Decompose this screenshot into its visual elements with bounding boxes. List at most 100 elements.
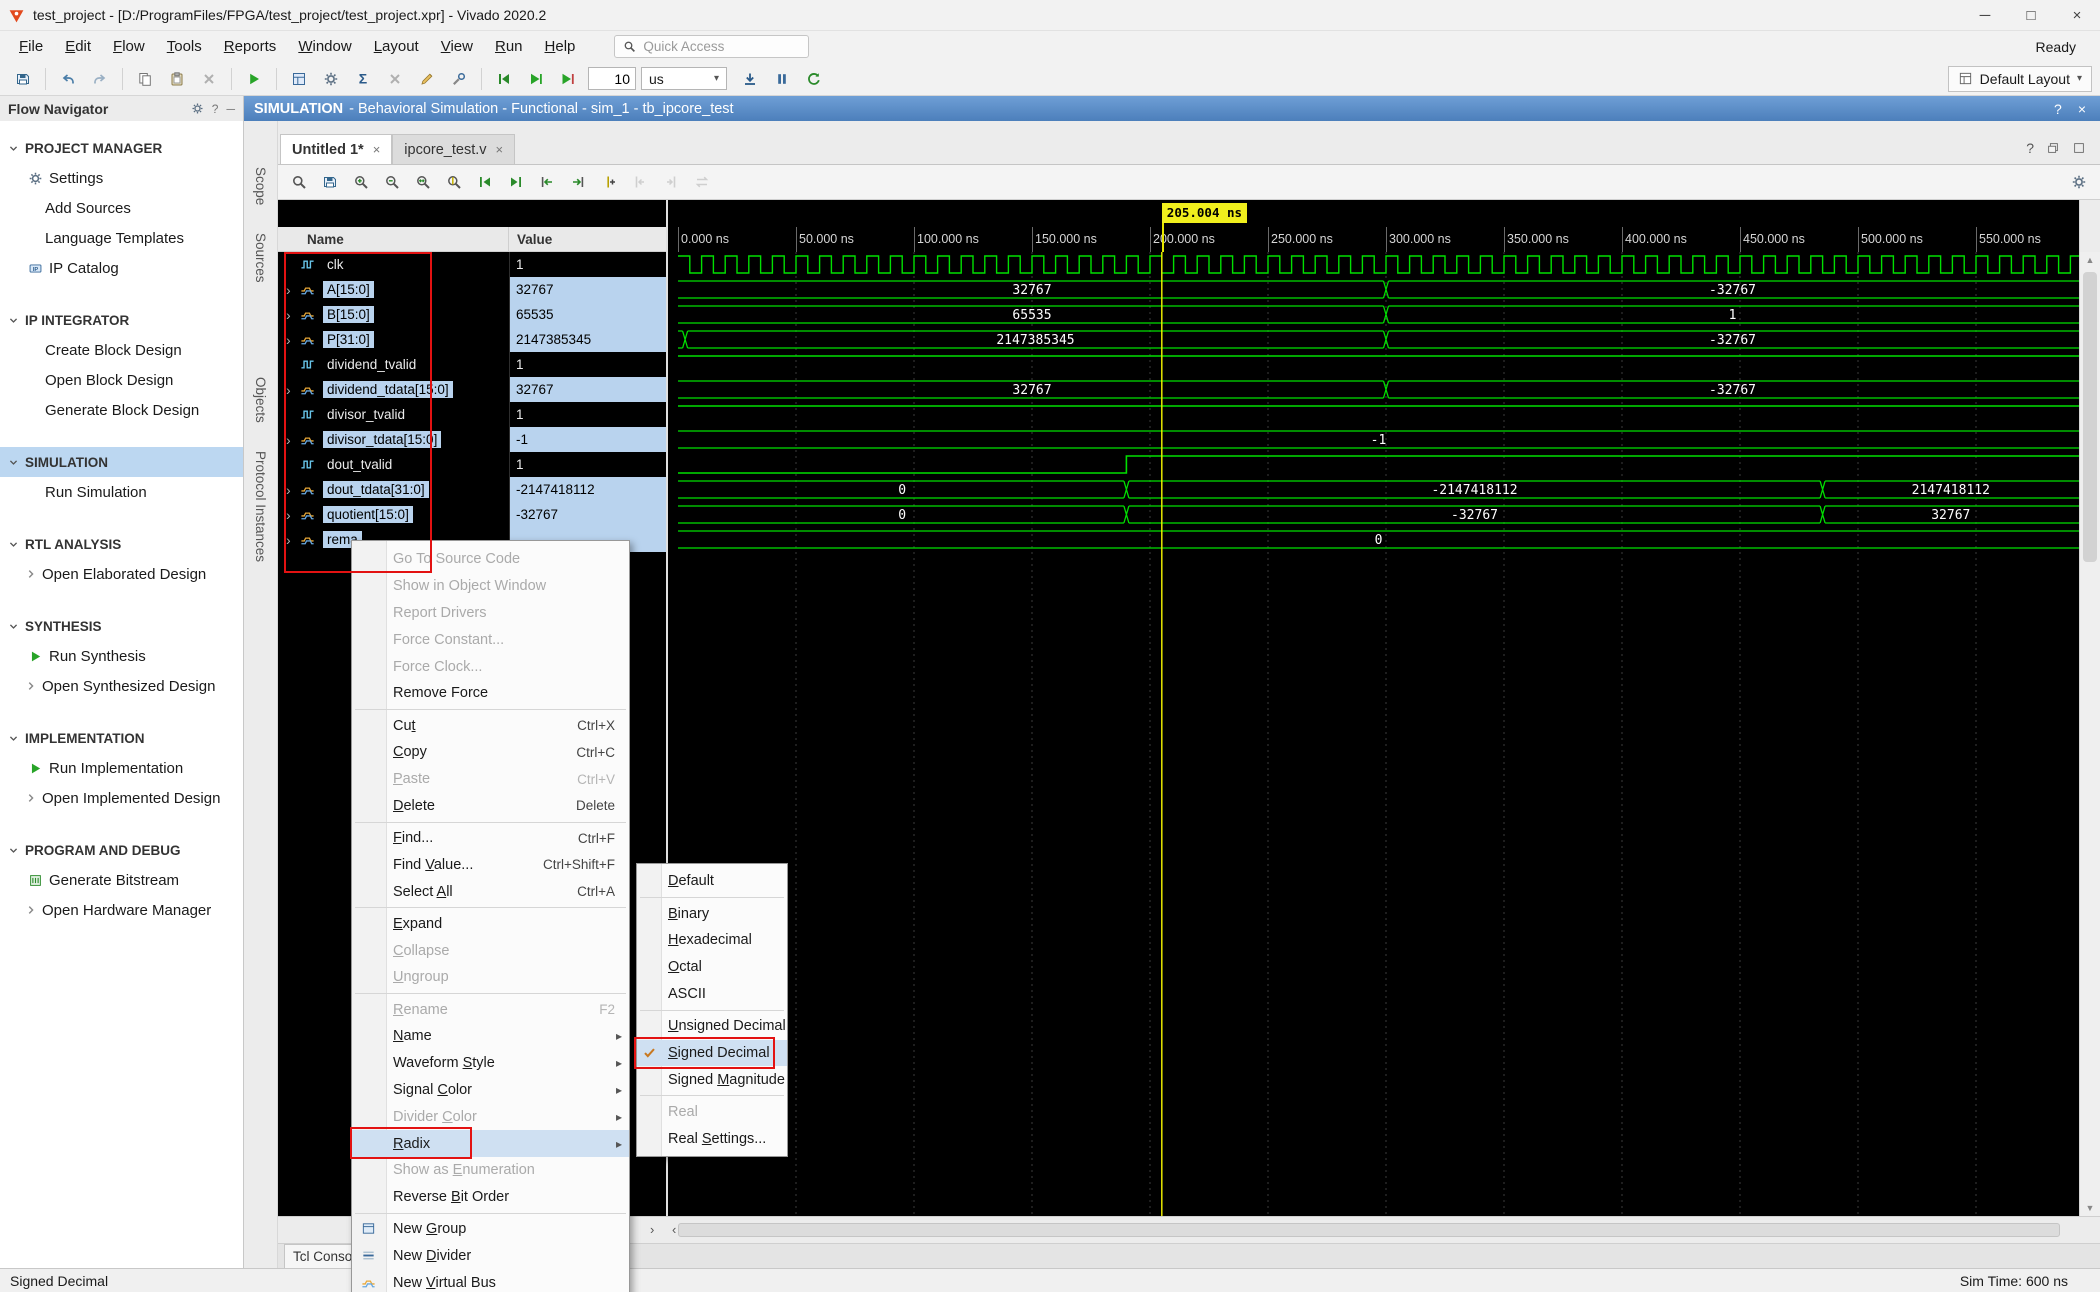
flow-item-run-implementation[interactable]: Run Implementation (0, 753, 243, 783)
toolbar-probe-button[interactable] (444, 65, 474, 92)
context-menu-item-reverse-bit-order[interactable]: Reverse Bit Order (352, 1184, 629, 1211)
menu-reports[interactable]: Reports (213, 34, 288, 59)
toolbar-save-button[interactable] (8, 65, 38, 92)
cursor-time-label[interactable]: 205.004 ns (1162, 203, 1247, 223)
flow-item-open-implemented-design[interactable]: Open Implemented Design (0, 783, 243, 813)
menu-tools[interactable]: Tools (156, 34, 213, 59)
side-tab-protocol-instances[interactable]: Protocol Instances (251, 443, 270, 570)
signal-row-p-31-0[interactable]: ›P[31:0] (278, 327, 509, 352)
radix-option-default[interactable]: Default (637, 868, 787, 895)
quick-access-search[interactable]: Quick Access (614, 35, 809, 58)
menu-layout[interactable]: Layout (363, 34, 430, 59)
waveform-canvas[interactable]: 32767-327676553512147385345-3276732767-3… (666, 252, 2079, 1216)
wave-toolbar-zoom-fit-button[interactable] (409, 169, 437, 195)
wave-toolbar-find-button[interactable] (285, 169, 313, 195)
gear-icon[interactable] (191, 102, 204, 115)
wave-toolbar-save-waveform-button[interactable] (316, 169, 344, 195)
signal-row-divisor-tvalid[interactable]: divisor_tvalid (278, 402, 509, 427)
signal-row-dividend-tdata-15-0[interactable]: ›dividend_tdata[15:0] (278, 377, 509, 402)
toolbar-run-for-button[interactable] (553, 65, 583, 92)
context-menu-item-radix[interactable]: Radix▸ (352, 1130, 629, 1157)
wave-toolbar-previous-transition-button[interactable] (533, 169, 561, 195)
flow-item-generate-block-design[interactable]: Generate Block Design (0, 395, 243, 425)
value-column-header[interactable]: Value (509, 227, 666, 252)
expand-icon[interactable]: › (286, 533, 300, 547)
maximize-button[interactable]: □ (2008, 0, 2054, 30)
context-menu-item-find-value[interactable]: Find Value...Ctrl+Shift+F (352, 852, 629, 879)
signal-value-dout-tvalid[interactable]: 1 (510, 452, 666, 477)
signal-row-b-15-0[interactable]: ›B[15:0] (278, 302, 509, 327)
time-unit-select[interactable]: us ▾ (641, 67, 727, 90)
signal-value-p-31-0[interactable]: 2147385345 (510, 327, 666, 352)
side-tab-sources[interactable]: Sources (251, 225, 270, 291)
tab-tcl-console[interactable]: Tcl Console (284, 1244, 352, 1268)
radix-option-octal[interactable]: Octal (637, 954, 787, 981)
expand-icon[interactable]: › (286, 508, 300, 522)
help-icon[interactable]: ? (2026, 140, 2034, 156)
signal-row-divisor-tdata-15-0[interactable]: ›divisor_tdata[15:0] (278, 427, 509, 452)
collapse-left-icon[interactable]: ‹ (672, 1222, 676, 1237)
toolbar-relaunch-button[interactable] (799, 65, 829, 92)
radix-option-unsigned-decimal[interactable]: Unsigned Decimal (637, 1013, 787, 1040)
toolbar-restart-button[interactable] (489, 65, 519, 92)
help-icon[interactable]: ? (2054, 101, 2062, 117)
close-button[interactable]: × (2054, 0, 2100, 30)
expand-icon[interactable]: › (286, 433, 300, 447)
context-menu-item-remove-force[interactable]: Remove Force (352, 680, 629, 707)
flow-item-settings[interactable]: Settings (0, 163, 243, 193)
wave-toolbar-zoom-in-button[interactable] (347, 169, 375, 195)
flow-item-run-simulation[interactable]: Run Simulation (0, 477, 243, 507)
flow-item-open-elaborated-design[interactable]: Open Elaborated Design (0, 559, 243, 589)
wave-cursor[interactable] (1162, 227, 1164, 252)
signal-value-dividend-tdata-15-0[interactable]: 32767 (510, 377, 666, 402)
close-icon[interactable]: × (496, 142, 504, 157)
signal-value-divisor-tvalid[interactable]: 1 (510, 402, 666, 427)
help-icon[interactable]: ? (212, 102, 219, 116)
radix-option-binary[interactable]: Binary (637, 900, 787, 927)
wave-toolbar-zoom-to-cursor-button[interactable] (440, 169, 468, 195)
float-window-icon[interactable] (2046, 141, 2060, 155)
toolbar-copy-button[interactable] (130, 65, 160, 92)
context-menu-item-new-group[interactable]: New Group (352, 1216, 629, 1243)
flow-section-header-program-and-debug[interactable]: PROGRAM AND DEBUG (0, 835, 243, 865)
close-icon[interactable]: × (373, 142, 381, 157)
toolbar-undo-button[interactable] (53, 65, 83, 92)
flow-item-ip-catalog[interactable]: IPIP Catalog (0, 253, 243, 283)
wave-toolbar-next-transition-button[interactable] (564, 169, 592, 195)
wave-toolbar-add-marker-button[interactable] (595, 169, 623, 195)
signal-value-b-15-0[interactable]: 65535 (510, 302, 666, 327)
expand-icon[interactable]: › (286, 483, 300, 497)
menu-file[interactable]: File (8, 34, 54, 59)
context-menu-item-copy[interactable]: CopyCtrl+C (352, 739, 629, 766)
close-icon[interactable]: × (2078, 101, 2086, 117)
minimize-button[interactable]: ─ (1962, 0, 2008, 30)
context-menu-item-new-divider[interactable]: New Divider (352, 1243, 629, 1270)
toolbar-sum-button[interactable]: Σ (348, 65, 378, 92)
time-ruler[interactable]: 0.000 ns50.000 ns100.000 ns150.000 ns200… (666, 227, 2079, 252)
menu-view[interactable]: View (430, 34, 484, 59)
toolbar-paste-button[interactable] (162, 65, 192, 92)
radix-option-signed-magnitude[interactable]: Signed Magnitude (637, 1066, 787, 1093)
layout-selector[interactable]: Default Layout ▾ (1948, 66, 2092, 92)
flow-item-create-block-design[interactable]: Create Block Design (0, 335, 243, 365)
toolbar-step-button[interactable] (735, 65, 765, 92)
flow-item-open-synthesized-design[interactable]: Open Synthesized Design (0, 671, 243, 701)
context-menu-item-expand[interactable]: Expand (352, 910, 629, 937)
context-menu-item-signal-color[interactable]: Signal Color▸ (352, 1077, 629, 1104)
context-menu-item-name[interactable]: Name▸ (352, 1023, 629, 1050)
signal-row-dout-tvalid[interactable]: dout_tvalid (278, 452, 509, 477)
expand-icon[interactable]: › (286, 333, 300, 347)
toolbar-pause-button[interactable] (767, 65, 797, 92)
run-time-input[interactable] (588, 67, 636, 90)
scroll-up-icon[interactable]: ▲ (2080, 255, 2100, 265)
wave-toolbar-go-to-last-time-button[interactable] (502, 169, 530, 195)
flow-item-run-synthesis[interactable]: Run Synthesis (0, 641, 243, 671)
flow-item-open-hardware-manager[interactable]: Open Hardware Manager (0, 895, 243, 925)
context-menu-item-delete[interactable]: DeleteDelete (352, 793, 629, 820)
tab-ipcore-test-v[interactable]: ipcore_test.v× (392, 134, 515, 164)
toolbar-run-all-button[interactable] (521, 65, 551, 92)
scrollbar-thumb[interactable] (2083, 272, 2097, 562)
context-menu-item-new-virtual-bus[interactable]: New Virtual Bus (352, 1270, 629, 1292)
radix-option-real-settings[interactable]: Real Settings... (637, 1125, 787, 1152)
context-menu-item-select-all[interactable]: Select AllCtrl+A (352, 878, 629, 905)
